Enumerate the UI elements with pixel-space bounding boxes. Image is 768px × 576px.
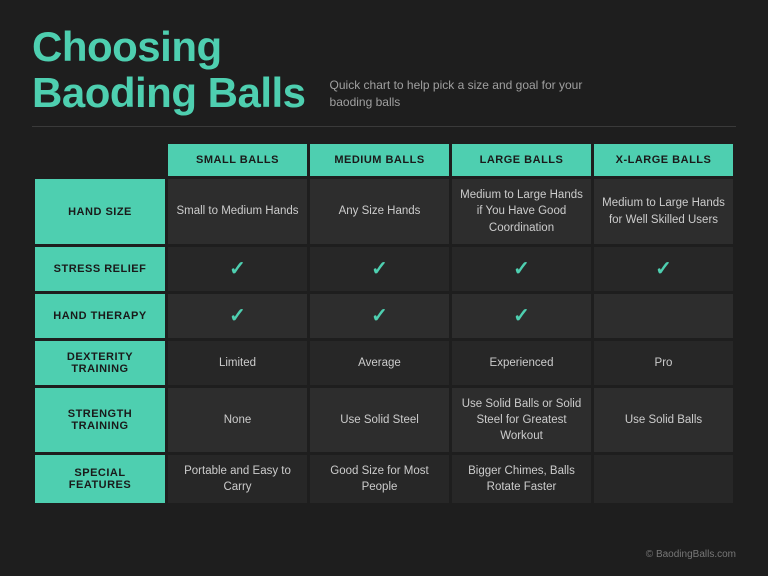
cell-special-medium: Good Size for Most People xyxy=(310,455,449,503)
row-label-special: SPECIAL FEATURES xyxy=(35,455,165,503)
subtitle-text: Quick chart to help pick a size and goal… xyxy=(330,77,610,111)
main-title: Choosing Baoding Balls xyxy=(32,24,306,116)
cell-dexterity-small: Limited xyxy=(168,341,307,385)
col-header-medium: MEDIUM BALLS xyxy=(310,144,449,176)
checkmark-icon: ✓ xyxy=(229,305,246,327)
cell-therapy-small: ✓ xyxy=(168,294,307,338)
table-row: HAND SIZE Small to Medium Hands Any Size… xyxy=(35,179,733,243)
cell-stress-xlarge: ✓ xyxy=(594,247,733,291)
cell-strength-large: Use Solid Balls or Solid Steel for Great… xyxy=(452,388,591,452)
checkmark-icon: ✓ xyxy=(655,258,672,280)
page-wrapper: Choosing Baoding Balls Quick chart to he… xyxy=(0,0,768,576)
cell-strength-medium: Use Solid Steel xyxy=(310,388,449,452)
col-header-xlarge: X-LARGE BALLS xyxy=(594,144,733,176)
cell-therapy-large: ✓ xyxy=(452,294,591,338)
table-row: HAND THERAPY ✓ ✓ ✓ xyxy=(35,294,733,338)
cell-special-large: Bigger Chimes, Balls Rotate Faster xyxy=(452,455,591,503)
cell-dexterity-medium: Average xyxy=(310,341,449,385)
cell-strength-small: None xyxy=(168,388,307,452)
col-header-small: SMALL BALLS xyxy=(168,144,307,176)
cell-stress-large: ✓ xyxy=(452,247,591,291)
table-row: STRENGTH TRAINING None Use Solid Steel U… xyxy=(35,388,733,452)
header-empty-cell xyxy=(35,144,165,176)
cell-dexterity-large: Experienced xyxy=(452,341,591,385)
header-section: Choosing Baoding Balls Quick chart to he… xyxy=(32,24,736,116)
cell-strength-xlarge: Use Solid Balls xyxy=(594,388,733,452)
cell-special-small: Portable and Easy to Carry xyxy=(168,455,307,503)
table-container: SMALL BALLS MEDIUM BALLS LARGE BALLS X-L… xyxy=(32,141,736,543)
checkmark-icon: ✓ xyxy=(513,305,530,327)
cell-hand-size-xlarge: Medium to Large Hands for Well Skilled U… xyxy=(594,179,733,243)
table-row: DEXTERITY TRAINING Limited Average Exper… xyxy=(35,341,733,385)
checkmark-icon: ✓ xyxy=(371,305,388,327)
cell-hand-size-medium: Any Size Hands xyxy=(310,179,449,243)
cell-hand-size-large: Medium to Large Hands if You Have Good C… xyxy=(452,179,591,243)
cell-stress-medium: ✓ xyxy=(310,247,449,291)
watermark: © BaodingBalls.com xyxy=(32,549,736,560)
checkmark-icon: ✓ xyxy=(371,258,388,280)
divider xyxy=(32,126,736,127)
title-block: Choosing Baoding Balls xyxy=(32,24,306,116)
row-label-stress-relief: STRESS RELIEF xyxy=(35,247,165,291)
checkmark-icon: ✓ xyxy=(513,258,530,280)
cell-therapy-medium: ✓ xyxy=(310,294,449,338)
subtitle-block: Quick chart to help pick a size and goal… xyxy=(330,77,610,117)
cell-therapy-xlarge xyxy=(594,294,733,338)
table-row: SPECIAL FEATURES Portable and Easy to Ca… xyxy=(35,455,733,503)
row-label-dexterity: DEXTERITY TRAINING xyxy=(35,341,165,385)
cell-special-xlarge xyxy=(594,455,733,503)
row-label-hand-therapy: HAND THERAPY xyxy=(35,294,165,338)
cell-dexterity-xlarge: Pro xyxy=(594,341,733,385)
cell-hand-size-small: Small to Medium Hands xyxy=(168,179,307,243)
checkmark-icon: ✓ xyxy=(229,258,246,280)
row-label-hand-size: HAND SIZE xyxy=(35,179,165,243)
comparison-table: SMALL BALLS MEDIUM BALLS LARGE BALLS X-L… xyxy=(32,141,736,506)
table-header-row: SMALL BALLS MEDIUM BALLS LARGE BALLS X-L… xyxy=(35,144,733,176)
row-label-strength: STRENGTH TRAINING xyxy=(35,388,165,452)
cell-stress-small: ✓ xyxy=(168,247,307,291)
col-header-large: LARGE BALLS xyxy=(452,144,591,176)
table-row: STRESS RELIEF ✓ ✓ ✓ ✓ xyxy=(35,247,733,291)
